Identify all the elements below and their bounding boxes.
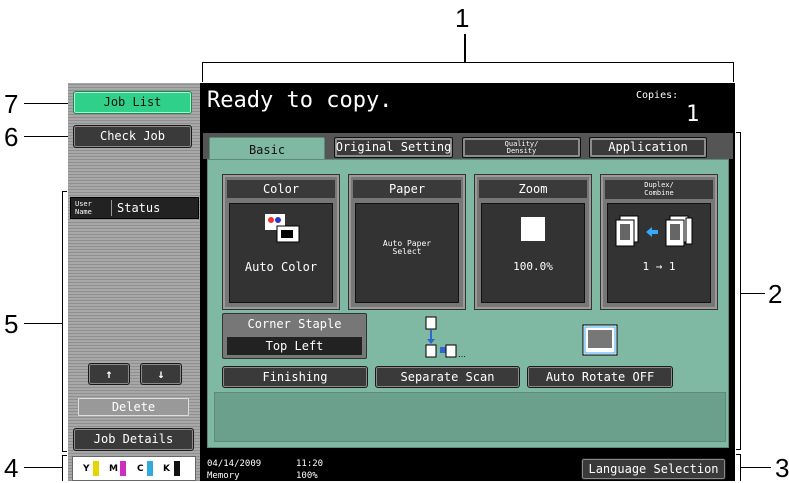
message-area [214, 392, 726, 442]
bracket-3-top [736, 454, 741, 455]
toner-m-label: M [109, 464, 118, 474]
tab-basic[interactable]: Basic [209, 137, 325, 161]
bracket-1-top [202, 62, 734, 63]
bracket-5-bottom [62, 451, 67, 452]
scroll-up-button[interactable]: ↑ [88, 363, 130, 385]
toner-y-label: Y [83, 464, 90, 474]
bracket-2-bottom [736, 449, 741, 450]
duplex-combine-card[interactable]: Duplex/ Combine 1 → 1 [600, 174, 718, 310]
duplex-card-value: 1 → 1 [642, 260, 676, 273]
leader-line-3 [741, 467, 771, 468]
auto-rotate-button[interactable]: Auto Rotate OFF [527, 366, 673, 388]
status-message: Ready to copy. [207, 88, 393, 113]
tab-quality-density[interactable]: Quality/ Density [462, 137, 581, 158]
leader-line-5 [24, 323, 62, 324]
zoom-card[interactable]: Zoom 100.0% [474, 174, 592, 310]
callout-5: 5 [4, 309, 19, 339]
toner-m-bar [120, 461, 126, 476]
paper-card-value: Auto Paper Select [382, 239, 432, 256]
color-card[interactable]: Color Auto Color [222, 174, 340, 310]
toner-y-bar [93, 461, 99, 476]
column-status: Status [117, 201, 161, 215]
tab-original-setting[interactable]: Original Setting [334, 137, 453, 158]
duplex-icon [615, 215, 693, 247]
paper-card-body: Auto Paper Select [355, 203, 459, 303]
leader-line-1 [464, 34, 466, 62]
toner-indicator: Y M C K [72, 456, 196, 481]
color-card-body: Auto Color [229, 203, 333, 303]
bracket-4-vertical [62, 455, 63, 481]
toner-k-label: K [163, 464, 170, 474]
footer-time: 11:20 [296, 459, 324, 469]
up-arrow-icon: ↑ [105, 367, 113, 381]
callout-2: 2 [768, 279, 783, 309]
copies-value: 1 [686, 102, 700, 127]
column-divider [111, 200, 112, 216]
svg-text:…: … [458, 350, 466, 359]
callout-4: 4 [4, 453, 19, 483]
finishing-button[interactable]: Finishing [222, 366, 368, 388]
leader-line-2 [741, 293, 765, 294]
callout-7: 7 [4, 89, 19, 119]
footer-date: 04/14/2009 [207, 459, 262, 469]
leader-line-7 [24, 103, 72, 104]
paper-card[interactable]: Paper Auto Paper Select [348, 174, 466, 310]
separate-scan-icon: … [425, 316, 466, 359]
auto-color-icon [265, 214, 300, 243]
toner-k-bar [174, 461, 180, 476]
copies-label: Copies: [636, 90, 679, 101]
corner-staple-setting: Corner Staple Top Left [222, 313, 367, 359]
duplex-card-title: Duplex/ Combine [605, 180, 713, 199]
toner-c-label: C [137, 464, 144, 474]
column-user-name: User Name [75, 200, 92, 216]
zoom-card-value: 100.0% [513, 260, 553, 273]
delete-button[interactable]: Delete [78, 398, 189, 416]
job-list-button[interactable]: Job List [73, 91, 192, 114]
duplex-card-body: 1 → 1 [607, 203, 711, 303]
language-selection-button[interactable]: Language Selection [581, 458, 726, 480]
scroll-down-button[interactable]: ↓ [140, 363, 182, 385]
footer-memory-label: Memory [207, 471, 240, 481]
callout-6: 6 [4, 122, 19, 152]
toner-c-bar [147, 461, 153, 476]
color-card-value: Auto Color [244, 260, 318, 274]
bracket-5-vertical [62, 191, 63, 452]
color-card-title: Color [227, 180, 335, 198]
check-job-button[interactable]: Check Job [73, 125, 192, 148]
callout-1: 1 [455, 3, 470, 33]
zoom-card-body: 100.0% [481, 203, 585, 303]
separate-scan-button[interactable]: Separate Scan [375, 366, 520, 388]
job-details-button[interactable]: Job Details [73, 428, 194, 451]
leader-line-6 [24, 136, 72, 137]
leader-line-4 [24, 467, 62, 468]
job-list-header: User Name Status [70, 197, 199, 219]
bracket-1-right [733, 62, 734, 82]
bracket-5-top [62, 191, 67, 192]
bracket-2-vertical [740, 132, 741, 450]
corner-staple-label: Corner Staple [247, 317, 342, 331]
zoom-card-title: Zoom [479, 180, 587, 198]
callout-3: 3 [775, 453, 789, 483]
bracket-2-top [736, 132, 741, 133]
bracket-4-top [62, 455, 67, 456]
paper-card-title: Paper [353, 180, 461, 198]
footer-memory-value: 100% [296, 471, 318, 481]
bracket-1-left [202, 62, 203, 82]
auto-rotate-icon [582, 324, 618, 356]
down-arrow-icon: ↓ [157, 367, 165, 381]
tab-application[interactable]: Application [589, 137, 707, 158]
corner-staple-value: Top Left [227, 337, 362, 355]
zoom-page-icon [521, 217, 545, 241]
